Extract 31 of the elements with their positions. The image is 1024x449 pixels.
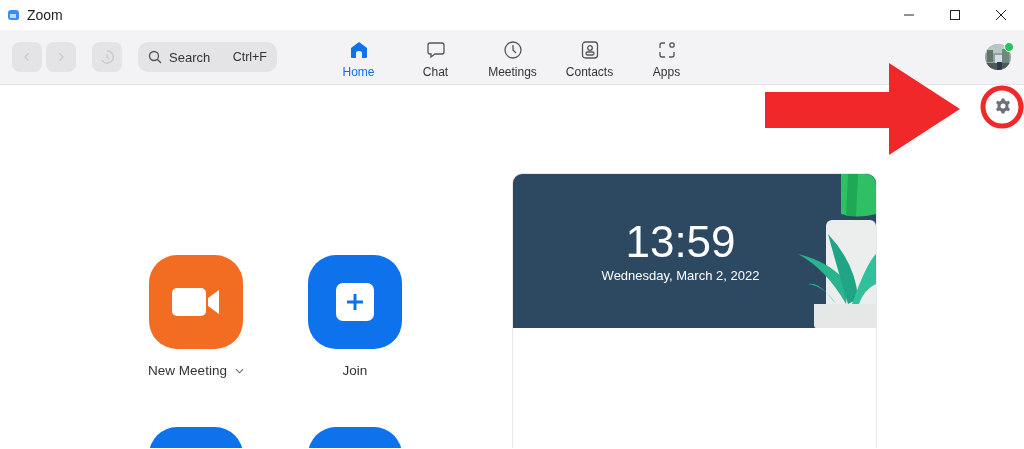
- chat-bubble-icon: [425, 40, 446, 60]
- plus-icon: [336, 283, 374, 321]
- new-meeting-tile[interactable]: [149, 255, 243, 349]
- join-tile[interactable]: [308, 255, 402, 349]
- nav-tab[interactable]: Home: [320, 34, 397, 80]
- video-camera-icon: [172, 288, 220, 316]
- settings-button[interactable]: [995, 98, 1011, 114]
- house-icon: [348, 40, 369, 60]
- window-title: Zoom: [27, 7, 63, 23]
- shortcut-hint: Ctrl+F: [232, 50, 267, 64]
- search-icon: [148, 50, 162, 64]
- nav-tab[interactable]: Apps: [628, 34, 705, 80]
- app-logo-icon: [7, 9, 21, 21]
- maximize-icon: [949, 9, 961, 21]
- nav-tab[interactable]: Contacts: [551, 34, 628, 80]
- dropdown-caret-icon[interactable]: [234, 367, 244, 374]
- close-icon: [995, 9, 1007, 21]
- clock-date: Wednesday, March 2, 2022: [601, 268, 760, 283]
- nav-tab[interactable]: Meetings: [474, 34, 551, 80]
- apps-icon: [656, 40, 677, 60]
- settings-icon: [995, 98, 1011, 114]
- tile-label: Join: [342, 363, 368, 378]
- contact-card-icon: [579, 40, 600, 60]
- chevron-icon: [56, 52, 66, 62]
- chevron-icon: [22, 52, 32, 62]
- nav-tab[interactable]: Chat: [397, 34, 474, 80]
- clock-time: 13:59: [625, 218, 736, 266]
- clock-icon: [99, 49, 115, 65]
- tile-label: New Meeting: [148, 363, 227, 378]
- highlight-circle: [980, 85, 1024, 129]
- clock-icon: [502, 40, 523, 60]
